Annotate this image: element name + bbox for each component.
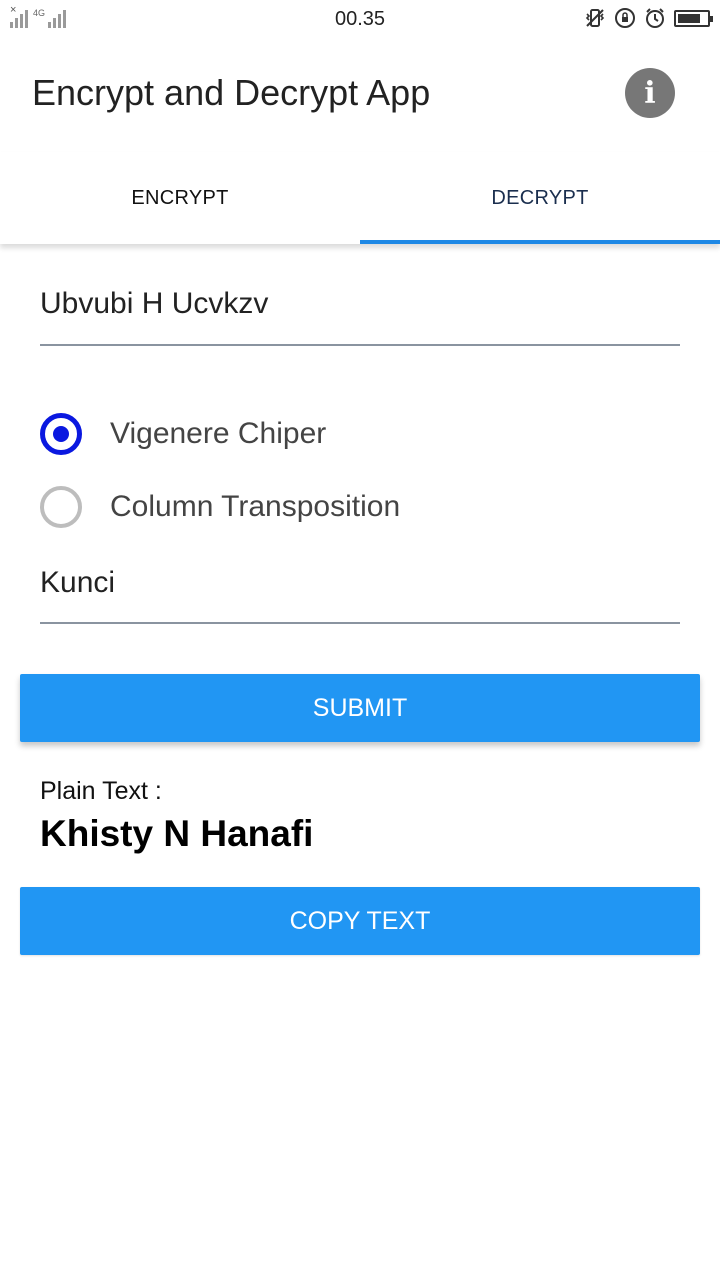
tab-indicator: [360, 240, 720, 244]
radio-unselected-icon[interactable]: [40, 486, 82, 528]
vibrate-icon: [584, 7, 606, 29]
plain-text-value: Khisty N Hanafi: [40, 813, 314, 854]
copy-text-button[interactable]: COPY TEXT: [20, 887, 700, 955]
key-input[interactable]: Kunci: [40, 548, 680, 624]
status-bar: × 4G 00.35: [0, 0, 720, 38]
battery-icon: [674, 9, 713, 27]
tab-decrypt[interactable]: DECRYPT: [360, 152, 720, 244]
rotation-lock-icon: [614, 7, 636, 29]
plain-text-label: Plain Text :: [40, 777, 162, 805]
tab-bar: ENCRYPT DECRYPT: [0, 152, 720, 244]
radio-label-column-transposition: Column Transposition: [110, 490, 401, 523]
cipher-text-value: Ubvubi H Ucvkzv: [40, 287, 269, 320]
info-icon[interactable]: i: [625, 68, 675, 118]
radio-label-vigenere: Vigenere Chiper: [110, 417, 327, 450]
submit-button[interactable]: SUBMIT: [20, 674, 700, 742]
tab-encrypt[interactable]: ENCRYPT: [0, 152, 360, 244]
radio-option-column-transposition[interactable]: Column Transposition: [40, 482, 680, 532]
alarm-icon: [644, 7, 666, 29]
radio-option-vigenere[interactable]: Vigenere Chiper: [40, 409, 680, 459]
app-title: Encrypt and Decrypt App: [32, 72, 431, 113]
cipher-text-input[interactable]: Ubvubi H Ucvkzv: [40, 270, 680, 346]
radio-selected-icon[interactable]: [40, 413, 82, 455]
key-placeholder: Kunci: [40, 566, 116, 599]
